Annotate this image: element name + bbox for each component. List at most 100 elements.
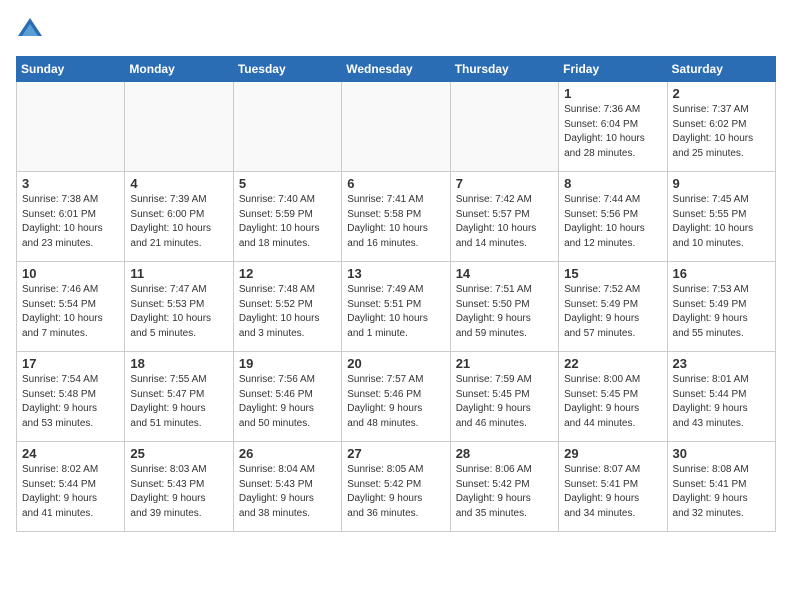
logo-icon bbox=[16, 16, 44, 44]
day-number: 24 bbox=[22, 446, 119, 461]
header-cell-saturday: Saturday bbox=[667, 57, 775, 82]
day-cell: 1 Sunrise: 7:36 AM Sunset: 6:04 PM Daylig… bbox=[559, 82, 667, 172]
day-cell bbox=[450, 82, 558, 172]
day-info: Sunrise: 7:55 AM Sunset: 5:47 PM Dayligh… bbox=[130, 373, 227, 431]
day-number: 22 bbox=[564, 356, 661, 371]
day-number: 9 bbox=[673, 176, 770, 191]
day-info: Sunrise: 7:46 AM Sunset: 5:54 PM Dayligh… bbox=[22, 283, 119, 341]
day-info: Sunrise: 8:05 AM Sunset: 5:42 PM Dayligh… bbox=[347, 463, 444, 521]
day-number: 4 bbox=[130, 176, 227, 191]
day-cell: 6 Sunrise: 7:41 AM Sunset: 5:58 PM Daylig… bbox=[342, 172, 450, 262]
day-number: 13 bbox=[347, 266, 444, 281]
day-cell: 27 Sunrise: 8:05 AM Sunset: 5:42 PM Dayli… bbox=[342, 442, 450, 532]
day-number: 16 bbox=[673, 266, 770, 281]
day-cell: 24 Sunrise: 8:02 AM Sunset: 5:44 PM Dayli… bbox=[17, 442, 125, 532]
day-number: 27 bbox=[347, 446, 444, 461]
day-info: Sunrise: 8:01 AM Sunset: 5:44 PM Dayligh… bbox=[673, 373, 770, 431]
day-info: Sunrise: 8:03 AM Sunset: 5:43 PM Dayligh… bbox=[130, 463, 227, 521]
day-number: 23 bbox=[673, 356, 770, 371]
calendar-container: SundayMondayTuesdayWednesdayThursdayFrid… bbox=[0, 0, 792, 542]
day-info: Sunrise: 7:49 AM Sunset: 5:51 PM Dayligh… bbox=[347, 283, 444, 341]
day-info: Sunrise: 7:36 AM Sunset: 6:04 PM Dayligh… bbox=[564, 103, 661, 161]
header-cell-tuesday: Tuesday bbox=[233, 57, 341, 82]
day-info: Sunrise: 8:04 AM Sunset: 5:43 PM Dayligh… bbox=[239, 463, 336, 521]
day-cell bbox=[17, 82, 125, 172]
day-cell: 30 Sunrise: 8:08 AM Sunset: 5:41 PM Dayli… bbox=[667, 442, 775, 532]
day-number: 3 bbox=[22, 176, 119, 191]
day-number: 12 bbox=[239, 266, 336, 281]
day-cell: 16Sunrise: 7:53 AM Sunset: 5:49 PM Dayli… bbox=[667, 262, 775, 352]
day-cell: 9 Sunrise: 7:45 AM Sunset: 5:55 PM Daylig… bbox=[667, 172, 775, 262]
day-info: Sunrise: 8:08 AM Sunset: 5:41 PM Dayligh… bbox=[673, 463, 770, 521]
day-info: Sunrise: 7:47 AM Sunset: 5:53 PM Dayligh… bbox=[130, 283, 227, 341]
day-cell: 2 Sunrise: 7:37 AM Sunset: 6:02 PM Daylig… bbox=[667, 82, 775, 172]
day-info: Sunrise: 7:40 AM Sunset: 5:59 PM Dayligh… bbox=[239, 193, 336, 251]
day-info: Sunrise: 7:48 AM Sunset: 5:52 PM Dayligh… bbox=[239, 283, 336, 341]
day-cell: 4Sunrise: 7:39 AM Sunset: 6:00 PM Daylig… bbox=[125, 172, 233, 262]
logo bbox=[16, 16, 48, 44]
day-cell: 11 Sunrise: 7:47 AM Sunset: 5:53 PM Dayli… bbox=[125, 262, 233, 352]
week-row-4: 17Sunrise: 7:54 AM Sunset: 5:48 PM Dayli… bbox=[17, 352, 776, 442]
day-info: Sunrise: 8:00 AM Sunset: 5:45 PM Dayligh… bbox=[564, 373, 661, 431]
calendar-table: SundayMondayTuesdayWednesdayThursdayFrid… bbox=[16, 56, 776, 532]
day-number: 30 bbox=[673, 446, 770, 461]
header-cell-monday: Monday bbox=[125, 57, 233, 82]
day-cell: 5 Sunrise: 7:40 AM Sunset: 5:59 PM Daylig… bbox=[233, 172, 341, 262]
day-cell: 14Sunrise: 7:51 AM Sunset: 5:50 PM Dayli… bbox=[450, 262, 558, 352]
day-info: Sunrise: 7:37 AM Sunset: 6:02 PM Dayligh… bbox=[673, 103, 770, 161]
day-number: 29 bbox=[564, 446, 661, 461]
day-info: Sunrise: 8:07 AM Sunset: 5:41 PM Dayligh… bbox=[564, 463, 661, 521]
day-number: 18 bbox=[130, 356, 227, 371]
week-row-2: 3 Sunrise: 7:38 AM Sunset: 6:01 PM Daylig… bbox=[17, 172, 776, 262]
day-info: Sunrise: 8:02 AM Sunset: 5:44 PM Dayligh… bbox=[22, 463, 119, 521]
day-cell: 25 Sunrise: 8:03 AM Sunset: 5:43 PM Dayli… bbox=[125, 442, 233, 532]
week-row-5: 24 Sunrise: 8:02 AM Sunset: 5:44 PM Dayli… bbox=[17, 442, 776, 532]
day-info: Sunrise: 7:56 AM Sunset: 5:46 PM Dayligh… bbox=[239, 373, 336, 431]
day-cell: 13 Sunrise: 7:49 AM Sunset: 5:51 PM Dayli… bbox=[342, 262, 450, 352]
week-row-1: 1 Sunrise: 7:36 AM Sunset: 6:04 PM Daylig… bbox=[17, 82, 776, 172]
day-info: Sunrise: 7:57 AM Sunset: 5:46 PM Dayligh… bbox=[347, 373, 444, 431]
day-info: Sunrise: 7:45 AM Sunset: 5:55 PM Dayligh… bbox=[673, 193, 770, 251]
header-row: SundayMondayTuesdayWednesdayThursdayFrid… bbox=[17, 57, 776, 82]
day-number: 10 bbox=[22, 266, 119, 281]
day-cell: 20 Sunrise: 7:57 AM Sunset: 5:46 PM Dayli… bbox=[342, 352, 450, 442]
day-cell: 8Sunrise: 7:44 AM Sunset: 5:56 PM Daylig… bbox=[559, 172, 667, 262]
day-number: 14 bbox=[456, 266, 553, 281]
day-number: 26 bbox=[239, 446, 336, 461]
day-number: 5 bbox=[239, 176, 336, 191]
day-info: Sunrise: 8:06 AM Sunset: 5:42 PM Dayligh… bbox=[456, 463, 553, 521]
day-cell: 15Sunrise: 7:52 AM Sunset: 5:49 PM Dayli… bbox=[559, 262, 667, 352]
day-cell bbox=[233, 82, 341, 172]
day-number: 7 bbox=[456, 176, 553, 191]
day-cell: 21 Sunrise: 7:59 AM Sunset: 5:45 PM Dayli… bbox=[450, 352, 558, 442]
day-cell: 12 Sunrise: 7:48 AM Sunset: 5:52 PM Dayli… bbox=[233, 262, 341, 352]
week-row-3: 10 Sunrise: 7:46 AM Sunset: 5:54 PM Dayli… bbox=[17, 262, 776, 352]
day-cell: 29 Sunrise: 8:07 AM Sunset: 5:41 PM Dayli… bbox=[559, 442, 667, 532]
day-cell: 19Sunrise: 7:56 AM Sunset: 5:46 PM Dayli… bbox=[233, 352, 341, 442]
day-number: 6 bbox=[347, 176, 444, 191]
header-cell-thursday: Thursday bbox=[450, 57, 558, 82]
day-cell: 17Sunrise: 7:54 AM Sunset: 5:48 PM Dayli… bbox=[17, 352, 125, 442]
day-number: 11 bbox=[130, 266, 227, 281]
day-number: 2 bbox=[673, 86, 770, 101]
day-info: Sunrise: 7:38 AM Sunset: 6:01 PM Dayligh… bbox=[22, 193, 119, 251]
day-number: 21 bbox=[456, 356, 553, 371]
day-number: 20 bbox=[347, 356, 444, 371]
day-number: 15 bbox=[564, 266, 661, 281]
day-number: 1 bbox=[564, 86, 661, 101]
header-cell-friday: Friday bbox=[559, 57, 667, 82]
day-info: Sunrise: 7:44 AM Sunset: 5:56 PM Dayligh… bbox=[564, 193, 661, 251]
day-cell: 7Sunrise: 7:42 AM Sunset: 5:57 PM Daylig… bbox=[450, 172, 558, 262]
day-cell: 22 Sunrise: 8:00 AM Sunset: 5:45 PM Dayli… bbox=[559, 352, 667, 442]
day-number: 17 bbox=[22, 356, 119, 371]
day-cell: 23 Sunrise: 8:01 AM Sunset: 5:44 PM Dayli… bbox=[667, 352, 775, 442]
day-number: 25 bbox=[130, 446, 227, 461]
day-cell bbox=[125, 82, 233, 172]
day-cell: 26 Sunrise: 8:04 AM Sunset: 5:43 PM Dayli… bbox=[233, 442, 341, 532]
day-cell: 10 Sunrise: 7:46 AM Sunset: 5:54 PM Dayli… bbox=[17, 262, 125, 352]
day-cell: 28Sunrise: 8:06 AM Sunset: 5:42 PM Dayli… bbox=[450, 442, 558, 532]
day-info: Sunrise: 7:41 AM Sunset: 5:58 PM Dayligh… bbox=[347, 193, 444, 251]
header bbox=[16, 16, 776, 44]
day-cell: 3 Sunrise: 7:38 AM Sunset: 6:01 PM Daylig… bbox=[17, 172, 125, 262]
day-info: Sunrise: 7:59 AM Sunset: 5:45 PM Dayligh… bbox=[456, 373, 553, 431]
